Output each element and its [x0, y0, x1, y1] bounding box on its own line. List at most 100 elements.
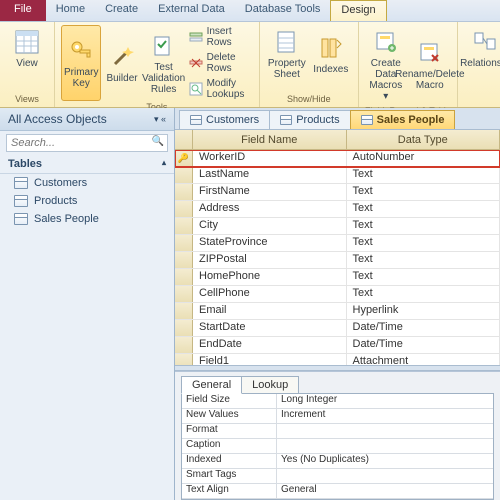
view-button[interactable]: View [6, 25, 48, 72]
tab-home[interactable]: Home [46, 0, 95, 21]
nav-header[interactable]: All Access Objects ▾ « [0, 108, 174, 131]
delete-rows-button[interactable]: Delete Rows [187, 51, 253, 75]
field-name-cell[interactable]: FirstName [193, 184, 347, 200]
row-selector[interactable] [175, 252, 193, 268]
nav-item[interactable]: Products [0, 192, 174, 210]
row-selector[interactable] [175, 286, 193, 302]
field-name-cell[interactable]: City [193, 218, 347, 234]
table-row[interactable]: StateProvinceText [175, 235, 500, 252]
field-name-cell[interactable]: Address [193, 201, 347, 217]
table-row[interactable]: FirstNameText [175, 184, 500, 201]
row-selector[interactable] [175, 269, 193, 285]
rename-delete-macro-button[interactable]: Rename/Delete Macro [409, 25, 451, 105]
field-name-cell[interactable]: Field1 [193, 354, 347, 365]
nav-group-tables[interactable]: Tables ▴ [0, 155, 174, 174]
insert-rows-button[interactable]: Insert Rows [187, 25, 253, 49]
field-name-cell[interactable]: EndDate [193, 337, 347, 353]
row-selector[interactable] [175, 201, 193, 217]
row-selector[interactable] [175, 235, 193, 251]
grid-body[interactable]: 🔑WorkerIDAutoNumberLastNameTextFirstName… [175, 150, 500, 365]
object-tab[interactable]: Products [269, 110, 350, 129]
table-row[interactable]: Field1Attachment [175, 354, 500, 365]
tab-database-tools[interactable]: Database Tools [235, 0, 331, 21]
create-data-macros-button[interactable]: Create Data Macros ▾ [365, 25, 407, 105]
file-tab[interactable]: File [0, 0, 46, 21]
tab-external-data[interactable]: External Data [148, 0, 235, 21]
property-value[interactable]: General [277, 484, 493, 498]
table-row[interactable]: AddressText [175, 201, 500, 218]
data-type-cell[interactable]: Date/Time [347, 320, 500, 336]
relationships-button[interactable]: Relationshi [464, 25, 500, 72]
tab-design[interactable]: Design [330, 0, 386, 21]
row-selector[interactable] [175, 303, 193, 319]
data-type-cell[interactable]: Text [347, 235, 500, 251]
property-row[interactable]: Text AlignGeneral [182, 484, 493, 499]
row-selector[interactable] [175, 337, 193, 353]
prop-tab-general[interactable]: General [181, 376, 242, 394]
data-type-cell[interactable]: Text [347, 252, 500, 268]
table-row[interactable]: CellPhoneText [175, 286, 500, 303]
row-selector[interactable] [175, 320, 193, 336]
data-type-cell[interactable]: Date/Time [347, 337, 500, 353]
object-tab[interactable]: Customers [179, 110, 270, 129]
test-validation-button[interactable]: Test Validation Rules [143, 25, 185, 101]
table-row[interactable]: EndDateDate/Time [175, 337, 500, 354]
primary-key-button[interactable]: Primary Key [61, 25, 101, 101]
field-name-cell[interactable]: WorkerID [193, 150, 347, 166]
property-row[interactable]: New ValuesIncrement [182, 409, 493, 424]
data-type-cell[interactable]: Text [347, 269, 500, 285]
field-name-cell[interactable]: StartDate [193, 320, 347, 336]
row-selector[interactable]: 🔑 [175, 150, 193, 166]
col-field-name[interactable]: Field Name [193, 130, 347, 149]
row-selector[interactable] [175, 184, 193, 200]
table-row[interactable]: CityText [175, 218, 500, 235]
field-name-cell[interactable]: HomePhone [193, 269, 347, 285]
table-row[interactable]: EmailHyperlink [175, 303, 500, 320]
data-type-cell[interactable]: Text [347, 184, 500, 200]
tab-create[interactable]: Create [95, 0, 148, 21]
data-type-cell[interactable]: Text [347, 167, 500, 183]
object-tab[interactable]: Sales People [350, 110, 456, 129]
col-data-type[interactable]: Data Type [347, 130, 500, 149]
property-row[interactable]: IndexedYes (No Duplicates) [182, 454, 493, 469]
row-selector[interactable] [175, 218, 193, 234]
property-value[interactable] [277, 424, 493, 438]
field-name-cell[interactable]: LastName [193, 167, 347, 183]
table-row[interactable]: ZIPPostalText [175, 252, 500, 269]
field-name-cell[interactable]: ZIPPostal [193, 252, 347, 268]
field-name-cell[interactable]: Email [193, 303, 347, 319]
property-value[interactable]: Yes (No Duplicates) [277, 454, 493, 468]
data-type-cell[interactable]: Text [347, 286, 500, 302]
modify-lookups-button[interactable]: Modify Lookups [187, 77, 253, 101]
field-name-cell[interactable]: StateProvince [193, 235, 347, 251]
property-value[interactable]: Long Integer [277, 394, 493, 408]
table-row[interactable]: LastNameText [175, 167, 500, 184]
table-row[interactable]: 🔑WorkerIDAutoNumber [175, 150, 500, 167]
data-type-cell[interactable]: Hyperlink [347, 303, 500, 319]
data-type-cell[interactable]: Text [347, 201, 500, 217]
data-type-cell[interactable]: Attachment [347, 354, 500, 365]
property-value[interactable] [277, 469, 493, 483]
property-sheet-button[interactable]: Property Sheet [266, 25, 308, 83]
nav-item[interactable]: Sales People [0, 210, 174, 228]
row-selector[interactable] [175, 167, 193, 183]
search-input[interactable] [6, 134, 168, 152]
property-row[interactable]: Field SizeLong Integer [182, 394, 493, 409]
row-selector[interactable] [175, 354, 193, 365]
builder-button[interactable]: Builder [103, 25, 140, 101]
field-name-cell[interactable]: CellPhone [193, 286, 347, 302]
property-row[interactable]: Smart Tags [182, 469, 493, 484]
prop-tab-lookup[interactable]: Lookup [241, 376, 299, 394]
table-row[interactable]: StartDateDate/Time [175, 320, 500, 337]
property-value[interactable] [277, 439, 493, 453]
property-row[interactable]: Caption [182, 439, 493, 454]
search-icon[interactable]: 🔍 [152, 136, 164, 147]
chevron-down-icon[interactable]: ▾ « [154, 114, 166, 125]
data-type-cell[interactable]: AutoNumber [347, 150, 500, 166]
nav-item[interactable]: Customers [0, 174, 174, 192]
row-selector-header[interactable] [175, 130, 193, 149]
indexes-button[interactable]: Indexes [310, 25, 352, 83]
property-value[interactable]: Increment [277, 409, 493, 423]
table-row[interactable]: HomePhoneText [175, 269, 500, 286]
data-type-cell[interactable]: Text [347, 218, 500, 234]
